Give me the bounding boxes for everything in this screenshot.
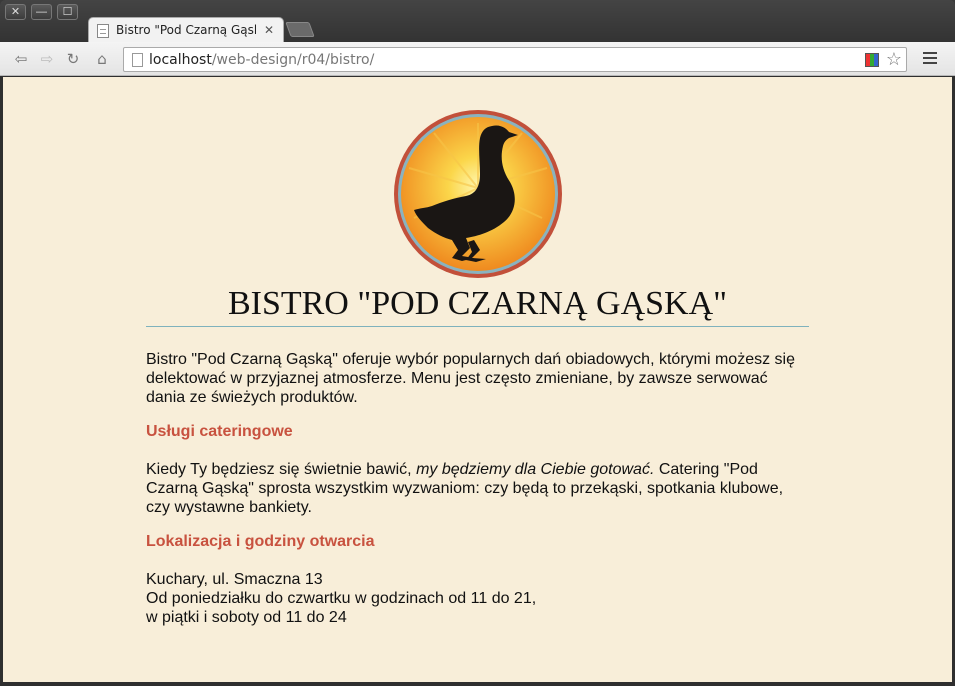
location-block: Kuchary, ul. Smaczna 13 Od poniedziałku … — [146, 570, 809, 627]
new-tab-button[interactable] — [285, 22, 315, 37]
catering-text-emphasis: my będziemy dla Ciebie gotować. — [416, 461, 655, 478]
extension-icon[interactable] — [865, 53, 879, 67]
window-minimize-button[interactable]: — — [31, 4, 52, 20]
catering-heading: Usługi cateringowe — [146, 423, 293, 440]
url-host: localhost — [149, 52, 212, 68]
tab-title: Bistro "Pod Czarną Gąską" — [116, 23, 256, 37]
catering-paragraph: Kiedy Ty będziesz się świetnie bawić, my… — [146, 460, 809, 517]
url-path: /web-design/r04/bistro/ — [211, 52, 375, 68]
browser-tab[interactable]: Bistro "Pod Czarną Gąską" ✕ — [88, 17, 284, 42]
forward-icon[interactable]: ⇨ — [38, 50, 56, 68]
address-line: Kuchary, ul. Smaczna 13 — [146, 571, 323, 588]
location-heading: Lokalizacja i godziny otwarcia — [146, 533, 375, 550]
goose-logo — [394, 110, 562, 278]
hours-weekdays-line: Od poniedziałku do czwartku w godzinach … — [146, 590, 537, 607]
browser-window: ✕ — ☐ Bistro "Pod Czarną Gąską" ✕ ⇦ ⇨ ↻ … — [0, 0, 955, 686]
page-viewport: BISTRO "POD CZARNĄ GĄSKĄ" Bistro "Pod Cz… — [3, 77, 952, 682]
reload-icon[interactable]: ↻ — [64, 50, 82, 68]
address-bar[interactable]: localhost/web-design/r04/bistro/ ☆ — [123, 47, 907, 72]
title-bar: ✕ — ☐ Bistro "Pod Czarną Gąską" ✕ — [0, 0, 955, 42]
tab-close-icon[interactable]: ✕ — [264, 23, 274, 37]
catering-text-start: Kiedy Ty będziesz się świetnie bawić, — [146, 461, 417, 478]
browser-toolbar: ⇦ ⇨ ↻ ⌂ localhost/web-design/r04/bistro/… — [0, 42, 955, 76]
menu-icon[interactable] — [923, 52, 937, 65]
hours-weekend-line: w piątki i soboty od 11 do 24 — [146, 609, 347, 626]
star-icon[interactable]: ☆ — [886, 49, 902, 69]
page-favicon-icon — [97, 24, 109, 38]
intro-paragraph: Bistro "Pod Czarną Gąską" oferuje wybór … — [146, 351, 795, 406]
page-icon — [132, 53, 143, 67]
window-close-button[interactable]: ✕ — [5, 4, 26, 20]
page-title: BISTRO "POD CZARNĄ GĄSKĄ" — [227, 285, 728, 322]
window-maximize-button[interactable]: ☐ — [57, 4, 78, 20]
title-divider — [146, 326, 809, 327]
url-text: localhost/web-design/r04/bistro/ — [149, 52, 374, 68]
back-icon[interactable]: ⇦ — [12, 50, 30, 68]
home-icon[interactable]: ⌂ — [93, 50, 111, 68]
